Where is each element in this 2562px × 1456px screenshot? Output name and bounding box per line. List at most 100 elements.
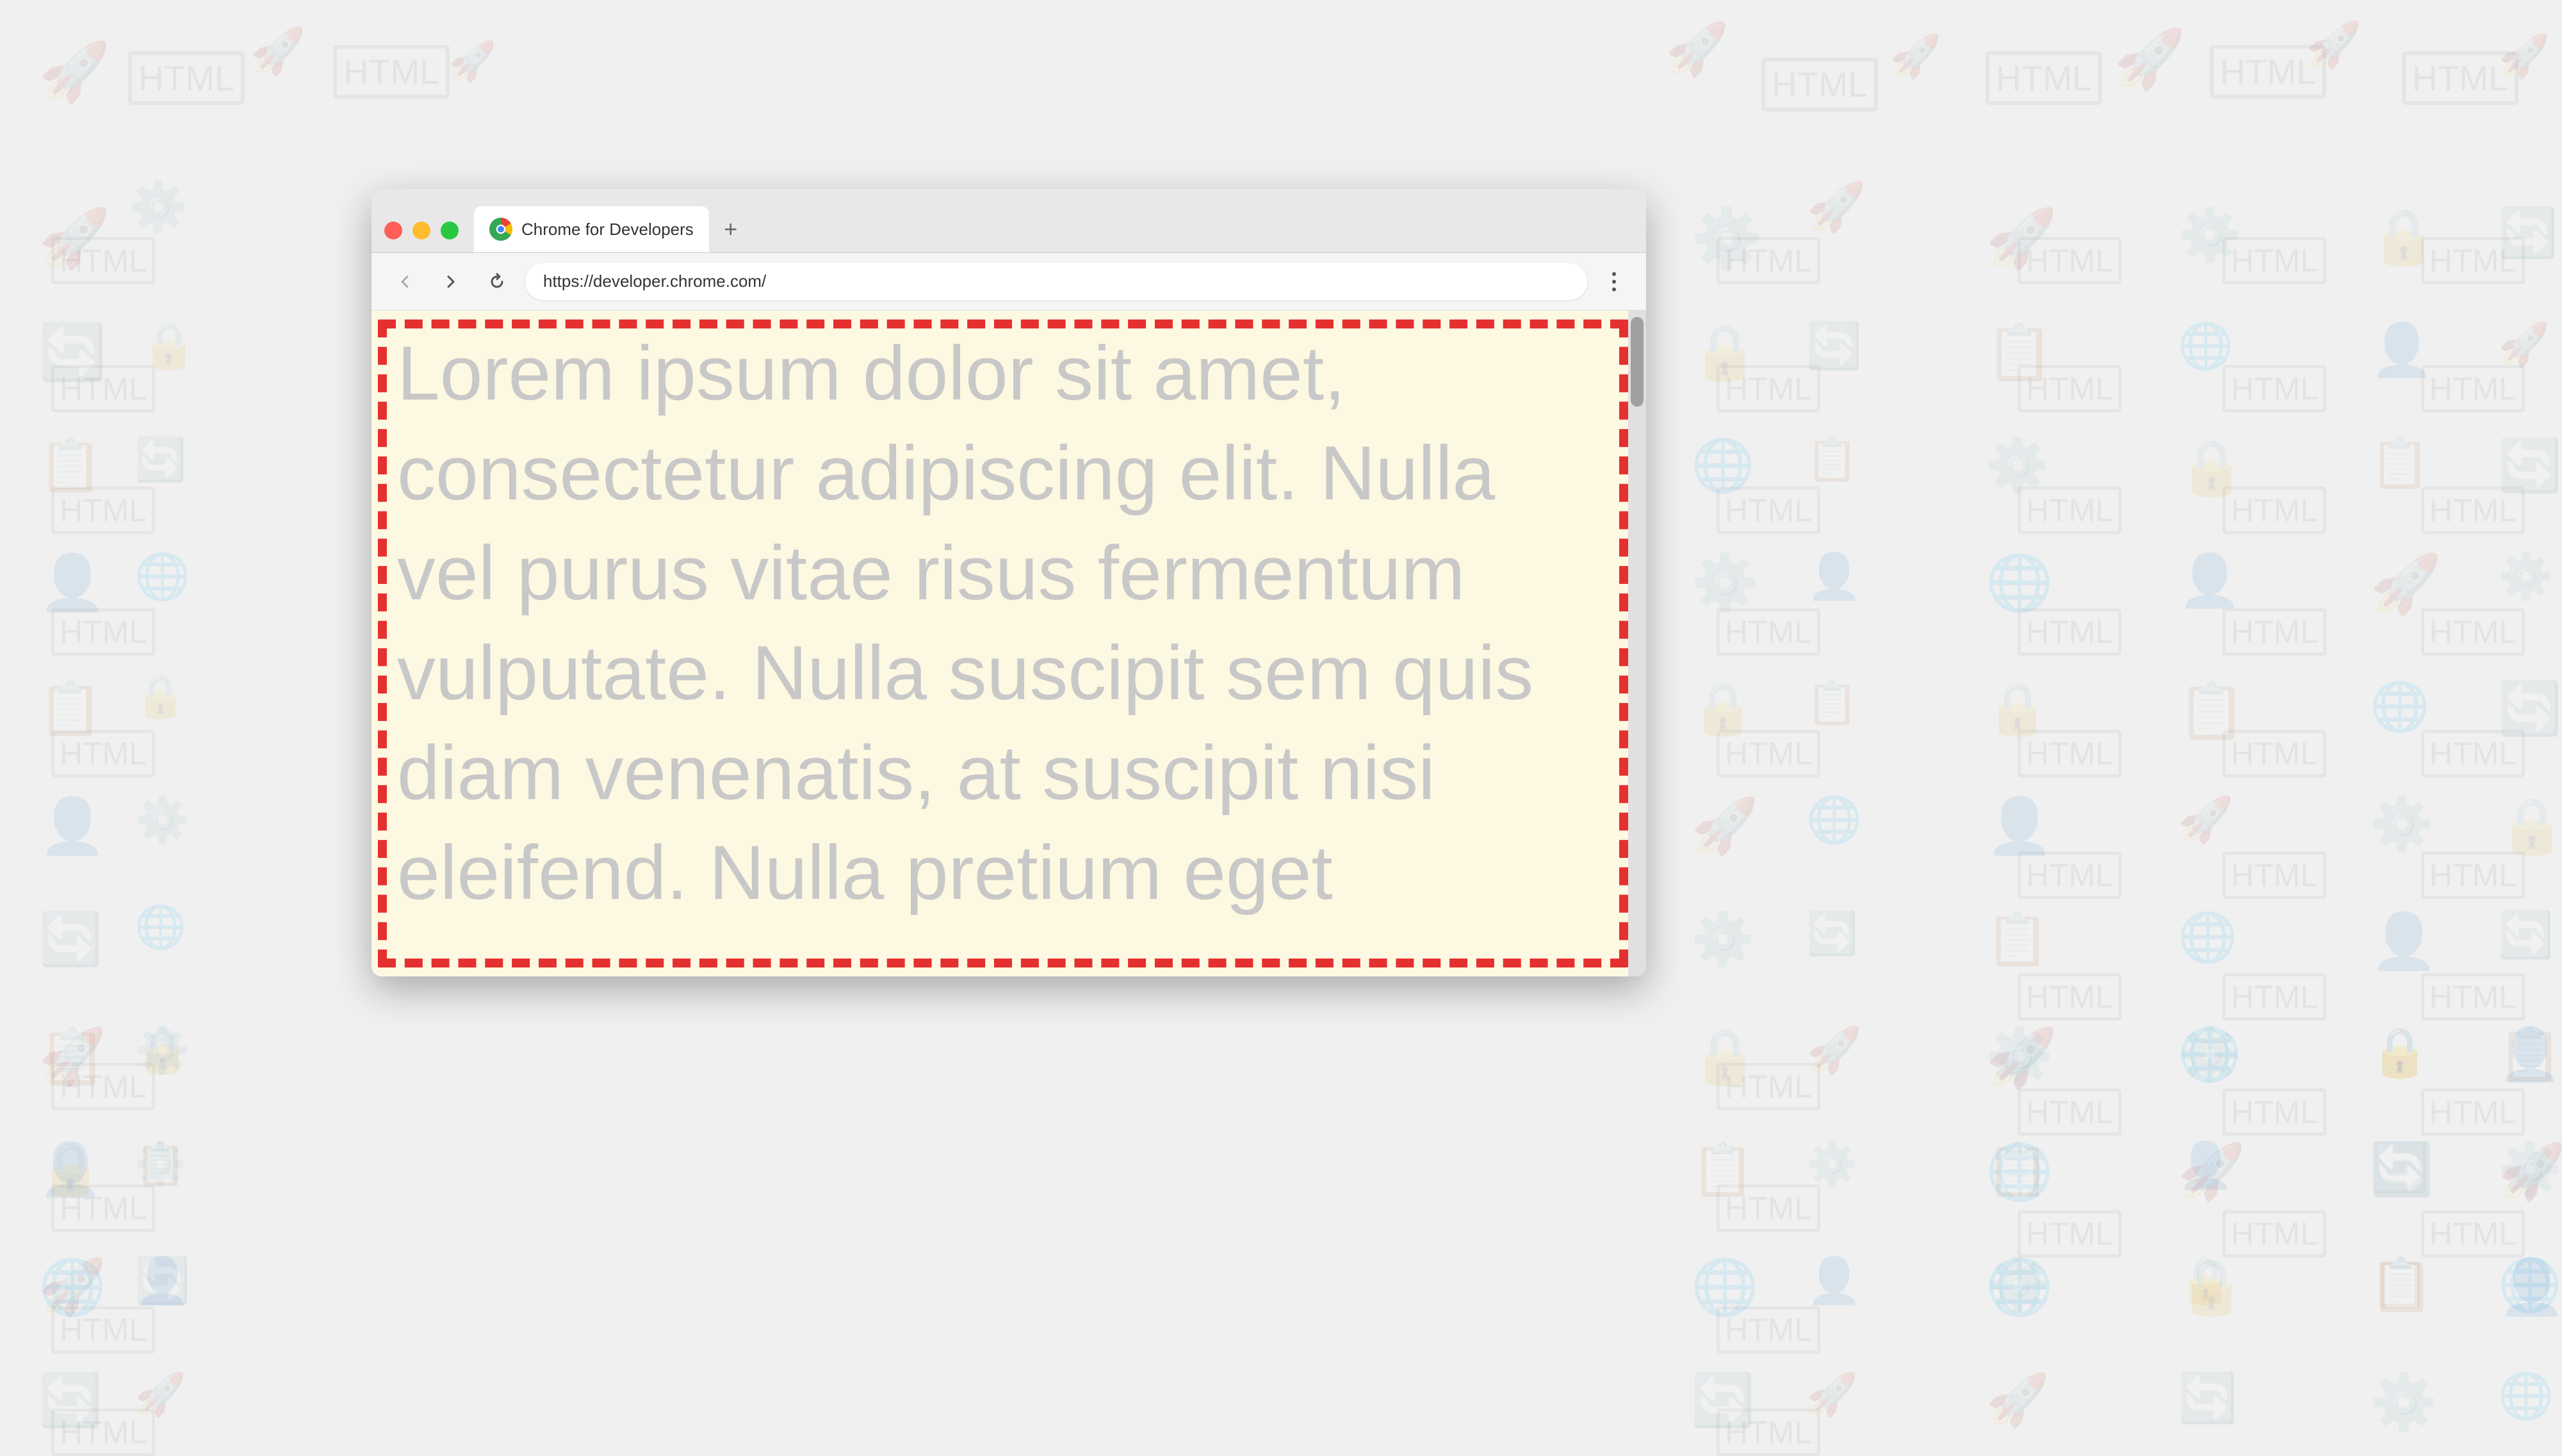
bg-far-right-29: 🚀 [1986, 1024, 2057, 1092]
bg-fr-html-16: HTML [2018, 852, 2121, 899]
bg-html-badge-4: HTML [1986, 51, 2102, 105]
bg-bottom-7: 🔄 [38, 1370, 102, 1430]
bg-far-right-2: ⚙️ [2178, 205, 2242, 265]
bg-far-right-25: 📋 [1986, 909, 2050, 969]
bg-html-badge-3: HTML [1761, 58, 1878, 111]
window-controls [384, 222, 459, 252]
bg-br-icon-4: ⚙️ [1806, 1140, 1858, 1188]
lorem-text: Lorem ipsum dolor sit amet, consectetur … [397, 323, 1608, 923]
bg-left-html-1: HTML [51, 237, 155, 284]
bg-far-right-24: 🔒 [2498, 794, 2562, 858]
scrollbar[interactable] [1628, 311, 1646, 976]
bg-html-badge-6: HTML [2402, 51, 2518, 105]
bg-fr-html-4: HTML [2018, 365, 2121, 412]
bg-icon-7: 🚀 [2306, 19, 2362, 72]
bg-far-right-8: 🚀 [2498, 320, 2550, 369]
forward-button[interactable] [433, 264, 469, 300]
bg-fr-html-1: HTML [2018, 237, 2121, 284]
bg-right-icon-12: 🌐 [1806, 794, 1862, 846]
bg-left-html-3: HTML [51, 487, 155, 534]
bg-far-right-31: 🔒 [2370, 1024, 2429, 1081]
reload-button[interactable] [479, 264, 515, 300]
bg-bfr-13: 🚀 [1986, 1370, 2050, 1430]
chrome-favicon [489, 218, 512, 241]
bg-far-right-9: ⚙️ [1986, 435, 2050, 496]
bg-far-right-37: ⚙️ [1986, 1255, 2050, 1315]
bg-right-icon-13: ⚙️ [1691, 909, 1755, 969]
bg-br-icon-7: 🔄 [1691, 1370, 1755, 1430]
bg-br-html-1: HTML [1717, 1063, 1820, 1110]
bg-icon-4: 🚀 [1665, 19, 1729, 79]
back-button[interactable] [387, 264, 423, 300]
bg-html-badge-1: HTML [128, 51, 245, 105]
title-bar: Chrome for Developers + [371, 189, 1646, 253]
bg-far-right-36: 🚀 [2498, 1140, 2562, 1204]
bg-bfr-1: ⚙️ [1986, 1024, 2053, 1088]
menu-dot-1 [1612, 272, 1616, 276]
active-tab[interactable]: Chrome for Developers [474, 206, 709, 252]
bg-left-icon-6: 🔄 [135, 435, 186, 484]
minimize-button[interactable] [412, 222, 430, 239]
bg-left-icon-4: 🔒 [141, 320, 197, 373]
bg-bfr-11: 📋 [2370, 1255, 2434, 1315]
bg-fr-html-2: HTML [2223, 237, 2326, 284]
bg-far-right-27: 👤 [2370, 909, 2438, 973]
scrollbar-thumb[interactable] [1631, 317, 1644, 407]
bg-right-icon-2: 🚀 [1806, 179, 1866, 236]
bg-left-icon-20: 🔄 [135, 1255, 190, 1307]
bg-bottom-2: ⚙️ [135, 1024, 190, 1077]
bg-far-right-35: 🔄 [2370, 1140, 2434, 1200]
bg-far-right-4: 🔄 [2498, 205, 2558, 261]
bg-fr-html-22: HTML [2018, 1088, 2121, 1136]
bg-left-icon-2: ⚙️ [128, 179, 188, 236]
bg-bfr-12: 👤 [2498, 1255, 2562, 1319]
bg-right-icon-10: 📋 [1806, 679, 1858, 727]
browser-menu-button[interactable] [1597, 265, 1631, 298]
bg-far-right-34: 👤 [2178, 1140, 2233, 1192]
bg-left-icon-16: 🔒 [135, 1024, 190, 1077]
bg-right-html-1: HTML [1717, 237, 1820, 284]
bg-icon-8: 🚀 [2498, 32, 2550, 81]
bg-br-icon-3: 📋 [1691, 1140, 1755, 1200]
bg-br-html-4: HTML [1717, 1409, 1820, 1456]
bg-far-right-32: 📋 [2498, 1024, 2562, 1085]
navigation-bar [371, 253, 1646, 311]
reload-icon [488, 273, 506, 291]
bg-far-right-22: 🚀 [2178, 794, 2233, 846]
bg-bfr-16: 🌐 [2498, 1370, 2554, 1423]
bg-right-icon-7: ⚙️ [1691, 551, 1759, 615]
bg-fr-html-12: HTML [2421, 608, 2525, 656]
bg-left-icon-14: 🌐 [135, 903, 186, 951]
bg-fr-html-15: HTML [2421, 730, 2525, 777]
address-bar[interactable] [525, 263, 1587, 300]
bg-fr-html-11: HTML [2223, 608, 2326, 656]
bg-bottom-3: 🔒 [38, 1140, 102, 1200]
bg-bl-html-2: HTML [51, 1185, 155, 1232]
bg-far-right-6: 🌐 [2178, 320, 2233, 373]
close-button[interactable] [384, 222, 402, 239]
bg-left-icon-5: 📋 [38, 435, 102, 496]
bg-fr-html-24: HTML [2421, 1088, 2525, 1136]
bg-far-right-30: ⚙️ [2178, 1024, 2242, 1085]
bg-left-icon-18: ⚙️ [135, 1140, 186, 1188]
bg-far-right-13: 🌐 [1986, 551, 2053, 615]
bg-br-html-2: HTML [1717, 1185, 1820, 1232]
bg-fr-html-8: HTML [2223, 487, 2326, 534]
bg-br-html-3: HTML [1717, 1306, 1820, 1354]
bg-bottom-8: 🚀 [135, 1370, 186, 1419]
bg-br-icon-8: 🚀 [1806, 1370, 1858, 1419]
bg-right-icon-5: 🌐 [1691, 435, 1755, 496]
bg-fr-html-13: HTML [2018, 730, 2121, 777]
tab-area: Chrome for Developers + [474, 206, 1633, 252]
browser-window: Chrome for Developers + [371, 189, 1646, 976]
new-tab-button[interactable]: + [714, 213, 747, 246]
bg-fr-html-10: HTML [2018, 608, 2121, 656]
bg-right-icon-11: 🚀 [1691, 794, 1759, 858]
bg-left-icon-1: 🚀 [38, 205, 110, 272]
menu-dot-2 [1612, 280, 1616, 284]
bg-right-icon-9: 🔒 [1691, 679, 1755, 739]
bg-left-icon-7: 👤 [38, 551, 106, 615]
bg-br-icon-2: 🚀 [1806, 1024, 1862, 1077]
maximize-button[interactable] [441, 222, 459, 239]
bg-right-icon-14: 🔄 [1806, 909, 1858, 958]
